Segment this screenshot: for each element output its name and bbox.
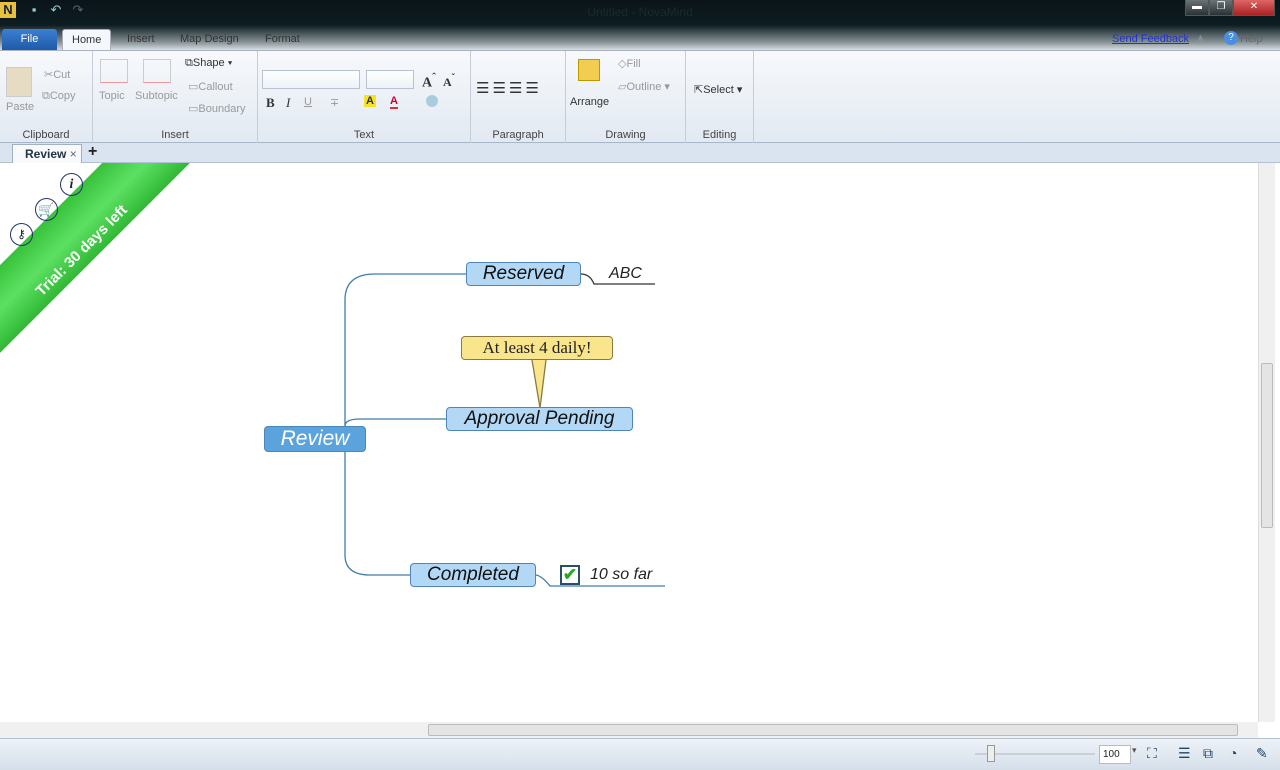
insert-group: Topic Subtopic ⧉Shape ▾ ▭Callout ▭Bounda… (93, 51, 258, 143)
paste-icon (6, 67, 32, 97)
boundary-label: Boundary (198, 103, 246, 115)
outline-label: Outline (626, 81, 662, 93)
arrange-icon (578, 59, 600, 81)
window-title: Untitled - NovaMind (587, 5, 693, 19)
drawing-group: Arrange ◇Fill ▱Outline ▾ Drawing (566, 51, 686, 143)
help-button[interactable]: Help (1240, 33, 1263, 45)
save-icon[interactable]: ▪ (26, 2, 42, 18)
group-label: Editing (702, 129, 737, 141)
redo-icon[interactable]: ↷ (70, 2, 86, 18)
note-abc[interactable]: ABC (609, 265, 642, 283)
zoom-dropdown[interactable]: ▾ (1132, 745, 1137, 756)
font-family-select[interactable] (262, 70, 360, 89)
connector-reserved (344, 273, 466, 426)
horizontal-scroll-thumb[interactable] (428, 724, 1238, 736)
app-icon[interactable]: N (0, 2, 16, 18)
fill-label: Fill (626, 58, 641, 70)
document-tab-review[interactable]: Review × (12, 144, 82, 163)
zoom-input[interactable]: 100 (1099, 745, 1131, 764)
editing-group: ⇱Select ▾ Editing (686, 51, 754, 143)
tab-home[interactable]: Home (62, 29, 112, 50)
strikethrough-button[interactable]: ∓ (330, 96, 339, 109)
align-buttons[interactable]: ☰☰☰☰ (476, 79, 542, 97)
vertical-scroll-thumb[interactable] (1261, 363, 1273, 528)
close-button[interactable]: ✕ (1233, 0, 1275, 16)
callout-bubble[interactable]: At least 4 daily! (461, 336, 613, 360)
shape-label: Shape (192, 57, 225, 69)
subtopic-icon (143, 59, 171, 83)
central-topic[interactable]: Review (264, 426, 366, 452)
map-canvas[interactable]: Trial: 30 days left i 🛒 ⚷ Review Reserve… (0, 163, 1258, 722)
boundary-button[interactable]: ▭Boundary (188, 102, 246, 115)
bold-button[interactable]: B (266, 95, 275, 111)
subtopic-button[interactable]: Subtopic (135, 90, 178, 102)
italic-button[interactable]: I (286, 95, 290, 111)
minimize-button[interactable]: ▬ (1185, 0, 1209, 16)
copy-label: Copy (49, 90, 76, 102)
close-tab-icon[interactable]: × (70, 147, 77, 161)
topic-icon (100, 59, 128, 83)
tab-file[interactable]: File (2, 29, 57, 50)
ribbon: Paste ✂Cut ⧉Copy Clipboard Topic Subtopi… (0, 50, 1280, 143)
clear-format-icon[interactable] (426, 95, 438, 107)
paste-button[interactable]: Paste (6, 101, 34, 113)
underline-button[interactable]: U (304, 96, 312, 108)
topic-completed[interactable]: Completed (410, 563, 536, 587)
connector-lines (344, 273, 665, 587)
cut-label: Cut (53, 69, 71, 81)
document-tab-label: Review (25, 147, 67, 161)
group-label: Paragraph (492, 129, 544, 141)
grow-font-button[interactable]: Aˆ (422, 71, 436, 92)
help-icon[interactable]: ? (1224, 31, 1238, 45)
callout-tail (531, 359, 547, 409)
outline-button[interactable]: ▱Outline ▾ (618, 80, 670, 93)
cut-button[interactable]: ✂Cut (44, 68, 70, 81)
undo-icon[interactable]: ↶ (48, 2, 64, 18)
paragraph-group: ☰☰☰☰ Paragraph (471, 51, 566, 143)
send-feedback-link[interactable]: Send Feedback (1112, 33, 1189, 45)
status-bar: 100 ▾ ⛶ ☰ ⧉ ◔ ✎ (0, 738, 1280, 770)
notes-icon[interactable]: ✎ (1256, 745, 1268, 762)
group-label: Drawing (605, 129, 646, 141)
connector-approval (344, 418, 446, 427)
tab-map-design[interactable]: Map Design (171, 29, 248, 50)
callout-button[interactable]: ▭Callout (188, 80, 233, 93)
fill-button[interactable]: ◇Fill (618, 57, 641, 70)
zoom-slider-thumb[interactable] (987, 745, 995, 762)
callout-label: Callout (198, 81, 233, 93)
tab-format[interactable]: Format (256, 29, 309, 50)
arrange-button[interactable]: Arrange (570, 96, 609, 108)
horizontal-scrollbar[interactable] (0, 722, 1258, 738)
tab-insert[interactable]: Insert (118, 29, 164, 50)
topic-approval-pending[interactable]: Approval Pending (446, 407, 633, 431)
document-tab-bar (0, 143, 1280, 163)
fit-to-window-icon[interactable]: ⛶ (1147, 745, 1157, 762)
checkbox-checked-icon[interactable]: ✔ (560, 565, 580, 585)
copy-button[interactable]: ⧉Copy (42, 90, 76, 103)
group-label: Clipboard (22, 129, 70, 141)
shrink-font-button[interactable]: Aˇ (443, 73, 455, 90)
outline-view-icon[interactable]: ☰ (1178, 745, 1191, 762)
select-button[interactable]: ⇱Select ▾ (694, 83, 742, 96)
collapse-ribbon-icon[interactable]: ▲ (1195, 32, 1206, 44)
connector-completed (344, 452, 410, 576)
font-size-select[interactable] (366, 70, 414, 89)
topic-reserved[interactable]: Reserved (466, 262, 581, 286)
overlap-view-icon[interactable]: ⧉ (1203, 745, 1213, 762)
topic-button[interactable]: Topic (99, 90, 125, 102)
clipboard-group: Paste ✂Cut ⧉Copy Clipboard (0, 51, 93, 143)
title-bar: Untitled - NovaMind N ▪ ↶ ↷ ▬ ❐ ✕ File H… (0, 0, 1280, 50)
group-label: Insert (161, 129, 189, 141)
highlight-button[interactable]: A (364, 95, 376, 107)
restore-button[interactable]: ❐ (1209, 0, 1233, 16)
select-label: Select (703, 84, 734, 96)
vertical-scrollbar[interactable] (1258, 163, 1275, 722)
pie-chart-icon[interactable]: ◔ (1229, 745, 1237, 761)
group-label: Text (353, 129, 375, 141)
text-group: Aˆ Aˇ B I U ∓ A A Text (258, 51, 471, 143)
note-completed[interactable]: 10 so far (590, 566, 652, 584)
add-tab-button[interactable]: + (88, 143, 97, 161)
font-color-button[interactable]: A (390, 95, 398, 109)
shape-button[interactable]: ⧉Shape ▾ (185, 57, 232, 70)
